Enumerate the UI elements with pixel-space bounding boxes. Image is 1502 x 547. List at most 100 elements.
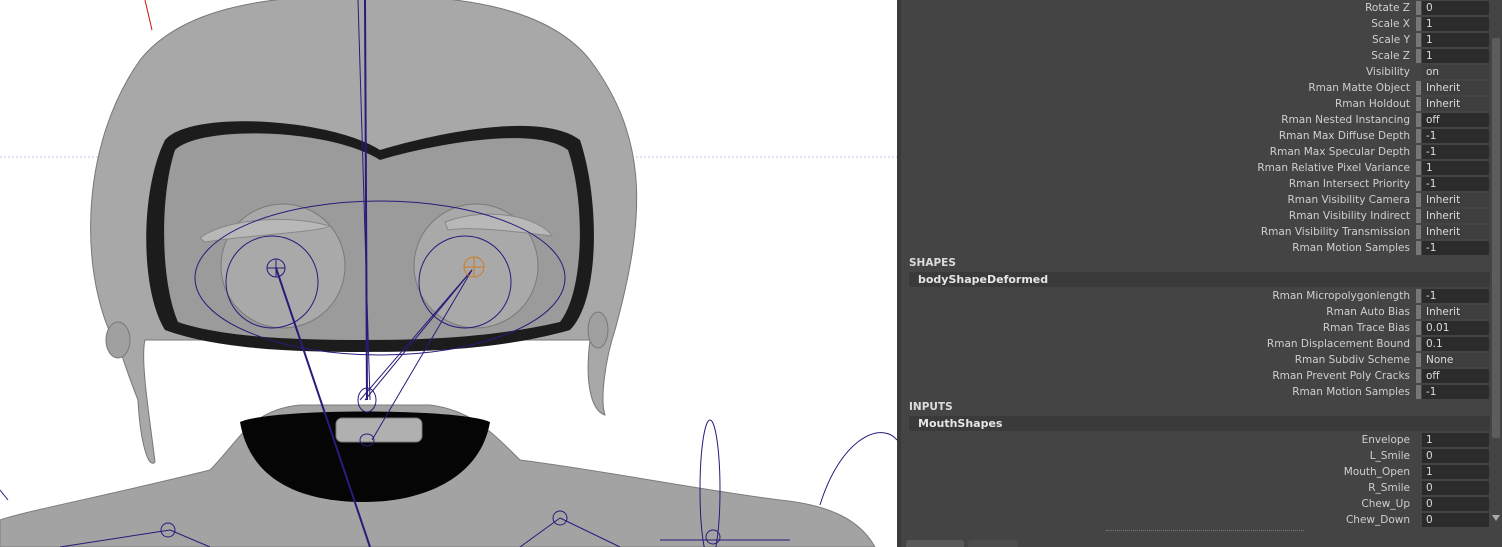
attribute-row[interactable]: Rman Subdiv Scheme None <box>901 352 1490 368</box>
attribute-row[interactable]: Chew_Down 0 <box>901 512 1490 528</box>
attribute-label[interactable]: Rotate Z <box>990 1 1410 15</box>
attribute-row[interactable]: Rman Visibility Indirect Inherit <box>901 208 1490 224</box>
attribute-label[interactable]: Rman Visibility Indirect <box>990 209 1410 223</box>
attribute-value-field[interactable]: -1 <box>1422 129 1489 143</box>
attribute-row[interactable]: Rman Motion Samples -1 <box>901 240 1490 256</box>
attribute-row[interactable]: Rman Nested Instancing off <box>901 112 1490 128</box>
attribute-row[interactable]: L_Smile 0 <box>901 448 1490 464</box>
shape-node-header[interactable]: bodyShapeDeformed <box>909 272 1490 287</box>
attribute-value-field[interactable]: 1 <box>1422 465 1489 479</box>
attribute-row[interactable]: Rman Max Diffuse Depth -1 <box>901 128 1490 144</box>
attribute-row[interactable]: Rman Holdout Inherit <box>901 96 1490 112</box>
attribute-row[interactable]: Rman Prevent Poly Cracks off <box>901 368 1490 384</box>
attribute-value-field[interactable]: -1 <box>1422 289 1489 303</box>
attribute-label[interactable]: Rman Relative Pixel Variance <box>990 161 1410 175</box>
attribute-label[interactable]: Rman Prevent Poly Cracks <box>990 369 1410 383</box>
attribute-value-field[interactable]: Inherit <box>1422 193 1489 207</box>
attribute-label[interactable]: Rman Visibility Transmission <box>990 225 1410 239</box>
attribute-label[interactable]: Visibility <box>990 65 1410 79</box>
attribute-value-field[interactable]: -1 <box>1422 177 1489 191</box>
panel-resize-handle[interactable] <box>1106 530 1304 531</box>
attribute-label[interactable]: Scale X <box>990 17 1410 31</box>
axis-line <box>144 0 153 31</box>
attribute-row[interactable]: Scale Z 1 <box>901 48 1490 64</box>
attribute-label[interactable]: Rman Displacement Bound <box>990 337 1410 351</box>
attribute-row[interactable]: Rman Relative Pixel Variance 1 <box>901 160 1490 176</box>
attribute-label[interactable]: Rman Motion Samples <box>990 385 1410 399</box>
attribute-value-field[interactable]: 1 <box>1422 49 1489 63</box>
attribute-value-field[interactable]: 0.01 <box>1422 321 1489 335</box>
scroll-down-arrow-icon[interactable] <box>1492 515 1500 521</box>
attribute-value-field[interactable]: Inherit <box>1422 225 1489 239</box>
attribute-value-field[interactable]: 0 <box>1422 513 1489 527</box>
attribute-value-field[interactable]: 1 <box>1422 161 1489 175</box>
attribute-value-field[interactable]: 0 <box>1422 497 1489 511</box>
attribute-label[interactable]: Rman Intersect Priority <box>990 177 1410 191</box>
attribute-value-field[interactable]: on <box>1422 65 1489 79</box>
attribute-label[interactable]: Rman Max Specular Depth <box>990 145 1410 159</box>
attribute-value-field[interactable]: None <box>1422 353 1489 367</box>
attribute-label[interactable]: Rman Max Diffuse Depth <box>990 129 1410 143</box>
attribute-label[interactable]: R_Smile <box>990 481 1410 495</box>
attribute-value-field[interactable]: Inherit <box>1422 209 1489 223</box>
attribute-row[interactable]: Rman Max Specular Depth -1 <box>901 144 1490 160</box>
right-eye-joint-selected[interactable] <box>463 256 485 278</box>
attribute-row[interactable]: Rman Trace Bias 0.01 <box>901 320 1490 336</box>
attribute-value-field[interactable]: off <box>1422 369 1489 383</box>
attribute-value-field[interactable]: 1 <box>1422 33 1489 47</box>
attribute-label[interactable]: Rman Motion Samples <box>990 241 1410 255</box>
attribute-value-field[interactable]: Inherit <box>1422 81 1489 95</box>
attribute-value-field[interactable]: -1 <box>1422 145 1489 159</box>
attribute-label[interactable]: Rman Matte Object <box>990 81 1410 95</box>
attribute-row[interactable]: Rman Auto Bias Inherit <box>901 304 1490 320</box>
attribute-label[interactable]: Rman Subdiv Scheme <box>990 353 1410 367</box>
tab-layer-editor[interactable] <box>968 540 1018 547</box>
keyable-indicator <box>1416 17 1421 31</box>
attribute-value-field[interactable]: 0.1 <box>1422 337 1489 351</box>
attribute-label[interactable]: Envelope <box>990 433 1410 447</box>
attribute-value-field[interactable]: 0 <box>1422 1 1489 15</box>
attribute-label[interactable]: Chew_Up <box>990 497 1410 511</box>
vertical-scrollbar[interactable] <box>1490 0 1502 547</box>
attribute-label[interactable]: Mouth_Open <box>990 465 1410 479</box>
attribute-row[interactable]: Rman Visibility Camera Inherit <box>901 192 1490 208</box>
attribute-row[interactable]: Scale Y 1 <box>901 32 1490 48</box>
tab-channel-box[interactable] <box>906 540 964 547</box>
attribute-row[interactable]: Rotate Z 0 <box>901 0 1490 16</box>
attribute-value-field[interactable]: -1 <box>1422 241 1489 255</box>
attribute-row[interactable]: Rman Matte Object Inherit <box>901 80 1490 96</box>
left-eye-joint[interactable] <box>266 258 286 278</box>
attribute-label[interactable]: Scale Y <box>990 33 1410 47</box>
scrollbar-thumb[interactable] <box>1492 38 1500 438</box>
3d-viewport[interactable] <box>0 0 897 547</box>
attribute-row[interactable]: Envelope 1 <box>901 432 1490 448</box>
attribute-row[interactable]: Mouth_Open 1 <box>901 464 1490 480</box>
attribute-label[interactable]: Rman Holdout <box>990 97 1410 111</box>
attribute-label[interactable]: Rman Micropolygonlength <box>990 289 1410 303</box>
attribute-label[interactable]: Rman Trace Bias <box>990 321 1410 335</box>
attribute-value-field[interactable]: 1 <box>1422 433 1489 447</box>
attribute-label[interactable]: Rman Nested Instancing <box>990 113 1410 127</box>
attribute-row[interactable]: Scale X 1 <box>901 16 1490 32</box>
attribute-label[interactable]: Scale Z <box>990 49 1410 63</box>
attribute-value-field[interactable]: 1 <box>1422 17 1489 31</box>
attribute-row[interactable]: Rman Motion Samples -1 <box>901 384 1490 400</box>
attribute-row[interactable]: Rman Visibility Transmission Inherit <box>901 224 1490 240</box>
attribute-value-field[interactable]: -1 <box>1422 385 1489 399</box>
attribute-value-field[interactable]: Inherit <box>1422 305 1489 319</box>
attribute-value-field[interactable]: 0 <box>1422 481 1489 495</box>
attribute-value-field[interactable]: off <box>1422 113 1489 127</box>
attribute-value-field[interactable]: 0 <box>1422 449 1489 463</box>
attribute-label[interactable]: Rman Visibility Camera <box>990 193 1411 207</box>
attribute-value-field[interactable]: Inherit <box>1422 97 1489 111</box>
attribute-row[interactable]: Rman Micropolygonlength -1 <box>901 288 1490 304</box>
input-node-header[interactable]: MouthShapes <box>909 416 1490 431</box>
attribute-label[interactable]: Chew_Down <box>990 513 1410 527</box>
attribute-label[interactable]: L_Smile <box>990 449 1410 463</box>
attribute-row[interactable]: Visibility on <box>901 64 1490 80</box>
attribute-row[interactable]: Chew_Up 0 <box>901 496 1490 512</box>
attribute-row[interactable]: Rman Displacement Bound 0.1 <box>901 336 1490 352</box>
attribute-row[interactable]: R_Smile 0 <box>901 480 1490 496</box>
attribute-label[interactable]: Rman Auto Bias <box>990 305 1410 319</box>
attribute-row[interactable]: Rman Intersect Priority -1 <box>901 176 1490 192</box>
